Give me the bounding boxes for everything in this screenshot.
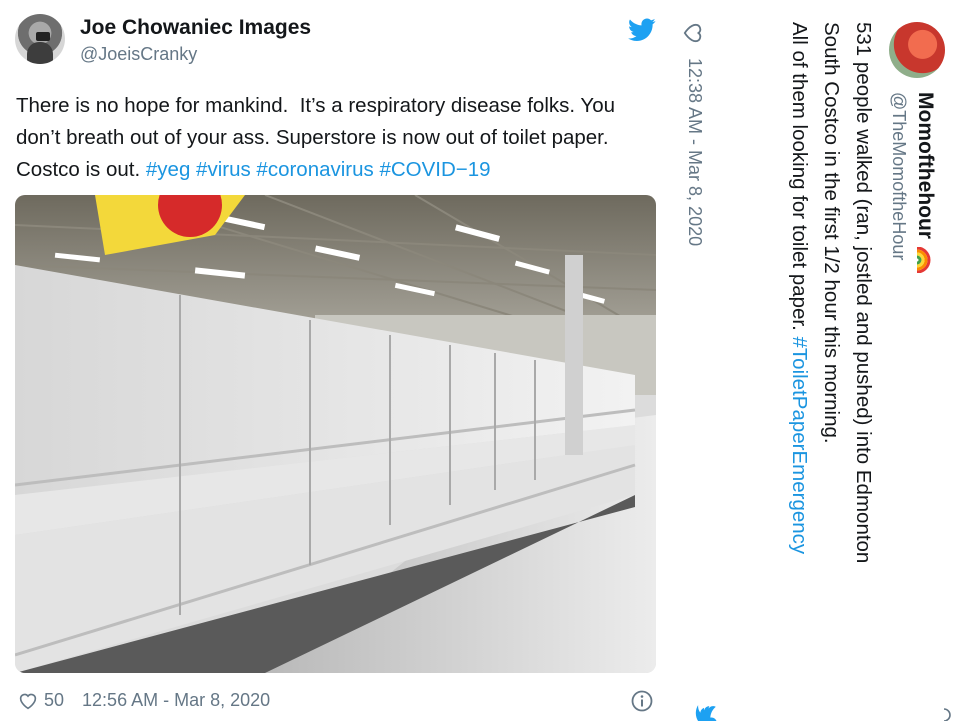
twitter-bird-icon[interactable] — [695, 705, 717, 721]
info-icon[interactable] — [631, 690, 653, 712]
tweet-footer: 50 12:56 AM - Mar 8, 2020 — [18, 690, 270, 711]
tweet-line-2: South Costco in the first 1/2 hour this … — [820, 22, 843, 444]
author-name[interactable]: Joe Chowaniec Images — [80, 16, 311, 40]
rotated-tweet: Momofthehour @TheMomoftheHour 531 people… — [665, 0, 961, 721]
tweet-timestamp[interactable]: 12:38 AM - Mar 8, 2020 — [684, 58, 705, 246]
author-name-row: Momofthehour — [913, 92, 937, 273]
author-handle[interactable]: @JoeisCranky — [80, 44, 197, 65]
avatar[interactable] — [889, 22, 945, 78]
tweet-text: 531 people walked (ran, jostled and push… — [783, 22, 879, 712]
hashtag-link[interactable]: #ToiletPaperEmergency — [788, 337, 811, 555]
pillar — [565, 255, 583, 455]
heart-icon[interactable] — [18, 692, 38, 710]
hashtag-links[interactable]: #yeg #virus #coronavirus #COVID−19 — [146, 158, 491, 181]
rainbow-icon — [917, 246, 931, 273]
twitter-bird-icon[interactable] — [628, 18, 656, 42]
author-name[interactable]: Momofthehour — [913, 92, 937, 239]
avatar[interactable] — [15, 14, 65, 64]
like-count[interactable]: 50 — [44, 690, 64, 711]
tweet-card-joe: Joe Chowaniec Images @JoeisCranky There … — [0, 0, 665, 721]
tweet-card-momofthehour: Momofthehour @TheMomoftheHour 531 people… — [665, 0, 961, 721]
empty-shelves-photo[interactable] — [15, 195, 656, 673]
tweet-text: There is no hope for mankind. It’s a res… — [16, 90, 656, 186]
tweet-timestamp[interactable]: 12:56 AM - Mar 8, 2020 — [82, 690, 270, 711]
heart-icon[interactable] — [683, 22, 703, 44]
author-handle[interactable]: @TheMomoftheHour — [888, 92, 909, 260]
tweet-line-3-text: All of them looking for toilet paper. — [788, 22, 811, 337]
tweet-line-1: 531 people walked (ran, jostled and push… — [852, 22, 875, 564]
tweet-line-3: All of them looking for toilet paper. #T… — [783, 22, 815, 712]
info-icon[interactable] — [943, 708, 957, 721]
